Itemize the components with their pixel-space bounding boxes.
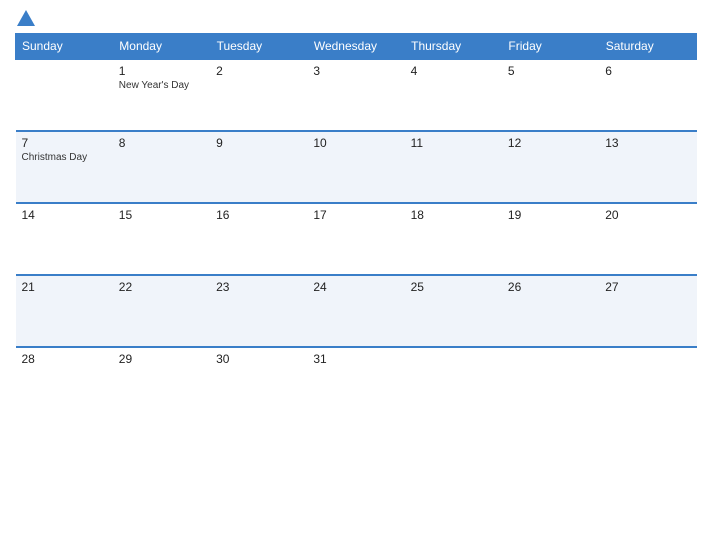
weekday-header-tuesday: Tuesday (210, 34, 307, 60)
calendar-cell (599, 347, 696, 419)
holiday-label: Christmas Day (22, 152, 107, 163)
day-number: 25 (411, 280, 496, 294)
day-number: 2 (216, 64, 301, 78)
logo-triangle-icon (17, 10, 35, 26)
calendar-cell: 25 (405, 275, 502, 347)
calendar-cell: 20 (599, 203, 696, 275)
calendar-cell: 14 (16, 203, 113, 275)
calendar-cell: 17 (307, 203, 404, 275)
day-number: 4 (411, 64, 496, 78)
calendar-cell: 6 (599, 59, 696, 131)
calendar-cell: 8 (113, 131, 210, 203)
weekday-header-row: SundayMondayTuesdayWednesdayThursdayFrid… (16, 34, 697, 60)
calendar-week-row: 1 New Year's Day 23456 (16, 59, 697, 131)
weekday-header-sunday: Sunday (16, 34, 113, 60)
calendar-cell: 4 (405, 59, 502, 131)
calendar-cell: 13 (599, 131, 696, 203)
day-number: 21 (22, 280, 107, 294)
weekday-header-saturday: Saturday (599, 34, 696, 60)
weekday-header-thursday: Thursday (405, 34, 502, 60)
day-number: 8 (119, 136, 204, 150)
calendar-cell: 9 (210, 131, 307, 203)
weekday-header-monday: Monday (113, 34, 210, 60)
calendar-cell: 5 (502, 59, 599, 131)
day-number: 24 (313, 280, 398, 294)
day-number: 29 (119, 352, 204, 366)
day-number: 31 (313, 352, 398, 366)
day-number: 6 (605, 64, 690, 78)
day-number: 16 (216, 208, 301, 222)
day-number: 23 (216, 280, 301, 294)
calendar-cell: 21 (16, 275, 113, 347)
day-number: 12 (508, 136, 593, 150)
weekday-header-friday: Friday (502, 34, 599, 60)
page-header (15, 10, 697, 27)
calendar-table: SundayMondayTuesdayWednesdayThursdayFrid… (15, 33, 697, 419)
holiday-label: New Year's Day (119, 80, 204, 91)
calendar-week-row: 7 Christmas Day 89 10 11 12 13 (16, 131, 697, 203)
calendar-cell: 26 (502, 275, 599, 347)
calendar-cell: 29 (113, 347, 210, 419)
calendar-cell: 10 (307, 131, 404, 203)
calendar-cell: 24 (307, 275, 404, 347)
calendar-cell: 12 (502, 131, 599, 203)
calendar-cell: 11 (405, 131, 502, 203)
day-number: 17 (313, 208, 398, 222)
calendar-cell (405, 347, 502, 419)
day-number: 10 (313, 136, 398, 150)
calendar-cell: 16 (210, 203, 307, 275)
calendar-cell (16, 59, 113, 131)
day-number: 9 (216, 136, 301, 150)
calendar-page: SundayMondayTuesdayWednesdayThursdayFrid… (0, 0, 712, 550)
day-number: 28 (22, 352, 107, 366)
calendar-cell: 15 (113, 203, 210, 275)
calendar-cell: 23 (210, 275, 307, 347)
day-number: 18 (411, 208, 496, 222)
calendar-cell: 18 (405, 203, 502, 275)
calendar-cell: 19 (502, 203, 599, 275)
calendar-cell: 30 (210, 347, 307, 419)
calendar-cell (502, 347, 599, 419)
day-number: 5 (508, 64, 593, 78)
calendar-week-row: 21 22 23 24 25 26 27 (16, 275, 697, 347)
day-number: 27 (605, 280, 690, 294)
day-number: 11 (411, 136, 496, 150)
day-number: 7 (22, 136, 107, 150)
calendar-cell: 27 (599, 275, 696, 347)
day-number: 14 (22, 208, 107, 222)
calendar-cell: 28 (16, 347, 113, 419)
calendar-cell: 7 Christmas Day (16, 131, 113, 203)
day-number: 19 (508, 208, 593, 222)
calendar-cell: 2 (210, 59, 307, 131)
logo (15, 10, 35, 27)
day-number: 30 (216, 352, 301, 366)
day-number: 13 (605, 136, 690, 150)
calendar-cell: 31 (307, 347, 404, 419)
calendar-week-row: 14 15 16 17 18 19 20 (16, 203, 697, 275)
day-number: 22 (119, 280, 204, 294)
day-number: 26 (508, 280, 593, 294)
day-number: 15 (119, 208, 204, 222)
calendar-cell: 22 (113, 275, 210, 347)
weekday-header-wednesday: Wednesday (307, 34, 404, 60)
day-number: 20 (605, 208, 690, 222)
calendar-cell: 1 New Year's Day (113, 59, 210, 131)
calendar-week-row: 28 29 30 31 (16, 347, 697, 419)
calendar-cell: 3 (307, 59, 404, 131)
day-number: 3 (313, 64, 398, 78)
day-number: 1 (119, 64, 204, 78)
